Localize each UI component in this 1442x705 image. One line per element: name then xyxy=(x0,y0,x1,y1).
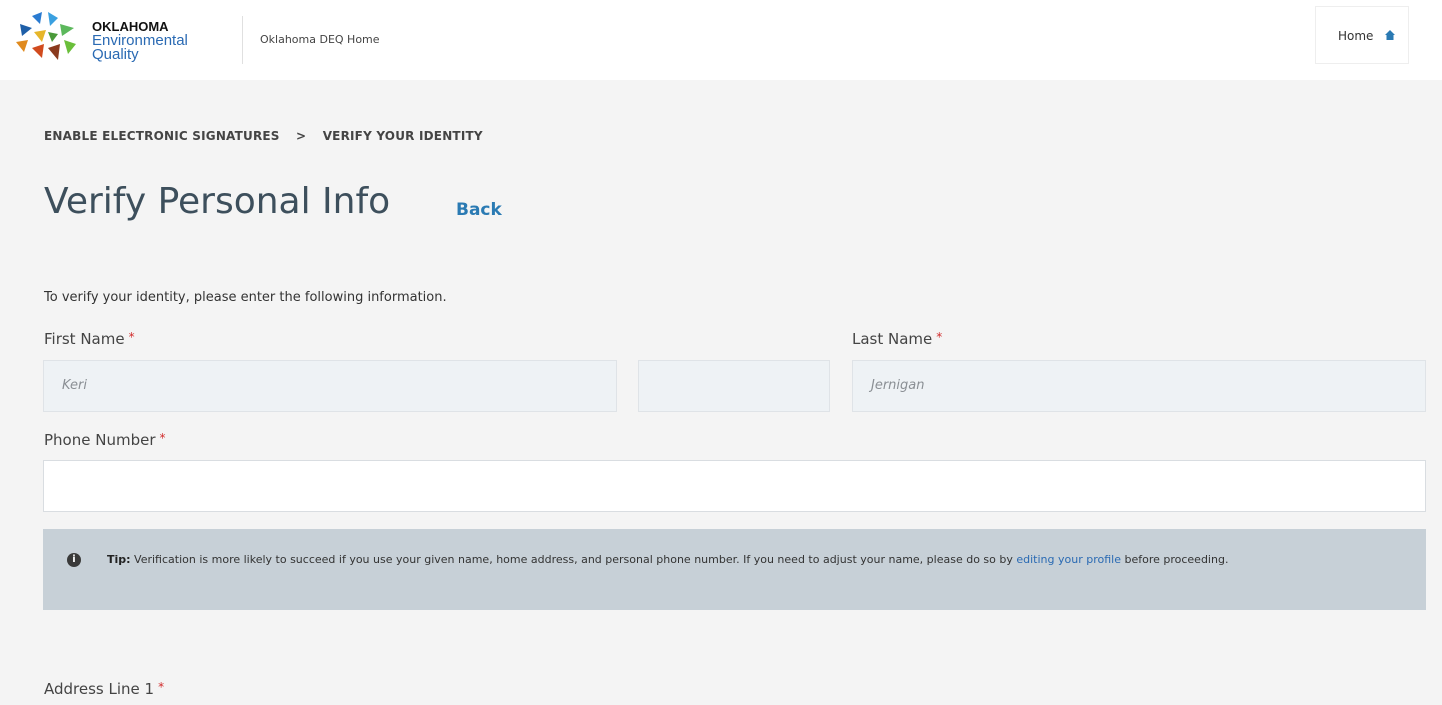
header-divider xyxy=(242,16,243,64)
phone-number-input[interactable] xyxy=(43,460,1426,512)
first-name-label: First Name * xyxy=(44,330,135,348)
address-line-1-label: Address Line 1 * xyxy=(44,680,164,698)
required-marker: * xyxy=(159,431,166,445)
address-line-1-label-text: Address Line 1 xyxy=(44,680,155,698)
info-icon: i xyxy=(67,553,81,567)
required-marker: * xyxy=(936,330,943,344)
tip-text: Tip: Verification is more likely to succ… xyxy=(107,551,1387,569)
home-link[interactable]: Home xyxy=(1338,29,1373,43)
deq-logo[interactable]: OKLAHOMA Environmental Quality xyxy=(12,10,237,74)
breadcrumb-item-verify-identity: VERIFY YOUR IDENTITY xyxy=(322,129,483,143)
tip-banner: i Tip: Verification is more likely to su… xyxy=(43,529,1426,610)
tip-body: Verification is more likely to succeed i… xyxy=(130,553,1017,566)
middle-name-input[interactable] xyxy=(638,360,830,412)
page-title: Verify Personal Info xyxy=(44,181,391,222)
home-nav-item[interactable]: Home xyxy=(1315,6,1409,64)
back-link[interactable]: Back xyxy=(456,200,502,220)
breadcrumb: ENABLE ELECTRONIC SIGNATURES > VERIFY YO… xyxy=(44,129,483,143)
edit-profile-link[interactable]: editing your profile xyxy=(1016,553,1121,566)
deq-home-link[interactable]: Oklahoma DEQ Home xyxy=(260,33,380,46)
intro-text: To verify your identity, please enter th… xyxy=(44,290,447,305)
site-header: OKLAHOMA Environmental Quality Oklahoma … xyxy=(0,0,1442,80)
required-marker: * xyxy=(158,680,165,694)
deq-logo-mark-icon xyxy=(16,12,76,60)
logo-subtitle-2: Quality xyxy=(92,46,139,63)
tip-suffix: before proceeding. xyxy=(1120,553,1229,566)
breadcrumb-separator: > xyxy=(296,129,307,143)
tip-prefix: Tip: xyxy=(107,553,131,566)
first-name-label-text: First Name xyxy=(44,330,125,348)
last-name-label-text: Last Name xyxy=(852,330,933,348)
last-name-input[interactable]: Jernigan xyxy=(852,360,1426,412)
required-marker: * xyxy=(128,330,135,344)
breadcrumb-item-enable-signatures[interactable]: ENABLE ELECTRONIC SIGNATURES xyxy=(44,129,280,143)
first-name-input[interactable]: Keri xyxy=(43,360,617,412)
last-name-label: Last Name * xyxy=(852,330,942,348)
phone-number-label: Phone Number * xyxy=(44,431,166,449)
home-icon xyxy=(1385,30,1395,40)
phone-number-label-text: Phone Number xyxy=(44,431,156,449)
